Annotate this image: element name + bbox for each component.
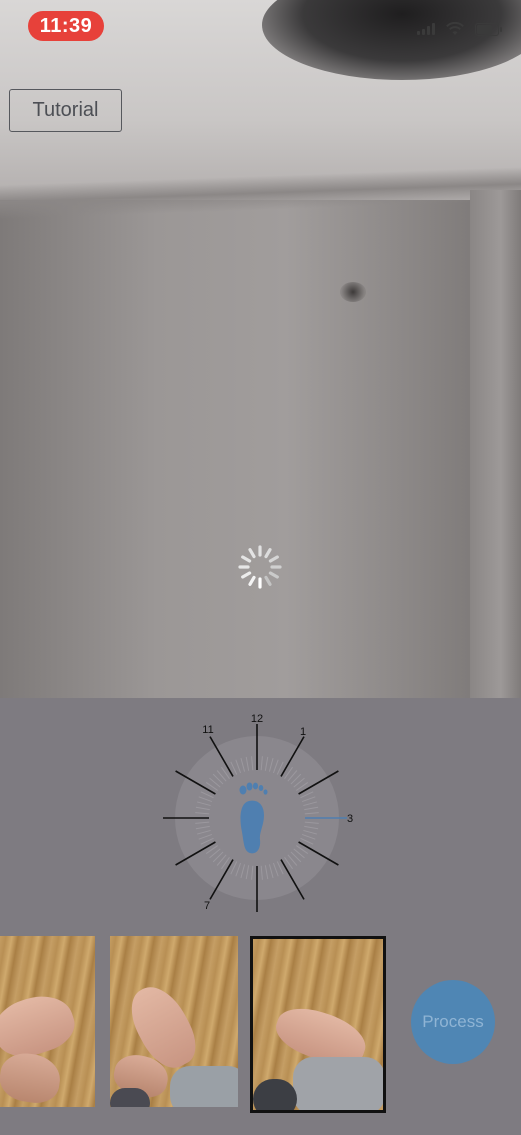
captured-photo[interactable] — [110, 936, 238, 1107]
camera-wall — [0, 200, 521, 698]
camera-doorframe — [470, 190, 521, 698]
status-time: 11:39 — [28, 11, 104, 41]
wifi-icon — [446, 22, 464, 35]
captured-photo-selected[interactable] — [250, 936, 386, 1113]
captured-photo[interactable] — [0, 936, 95, 1107]
process-button[interactable]: Process — [411, 980, 495, 1064]
cellular-signal-icon — [417, 23, 435, 35]
battery-icon — [475, 22, 502, 36]
tutorial-button[interactable]: Tutorial — [9, 89, 122, 132]
dial-label-11: 11 — [202, 724, 213, 736]
dial-label-1: 1 — [300, 726, 306, 738]
status-bar: 11:39 — [0, 0, 521, 54]
dial-label-7: 7 — [204, 900, 210, 912]
dial-label-12: 12 — [251, 713, 263, 725]
orientation-dial: 12 1 3 7 11 — [163, 713, 353, 912]
status-icons — [417, 22, 502, 36]
loading-spinner-icon — [238, 545, 282, 589]
camera-wall-spot — [340, 282, 366, 302]
dial-label-3: 3 — [347, 813, 353, 825]
